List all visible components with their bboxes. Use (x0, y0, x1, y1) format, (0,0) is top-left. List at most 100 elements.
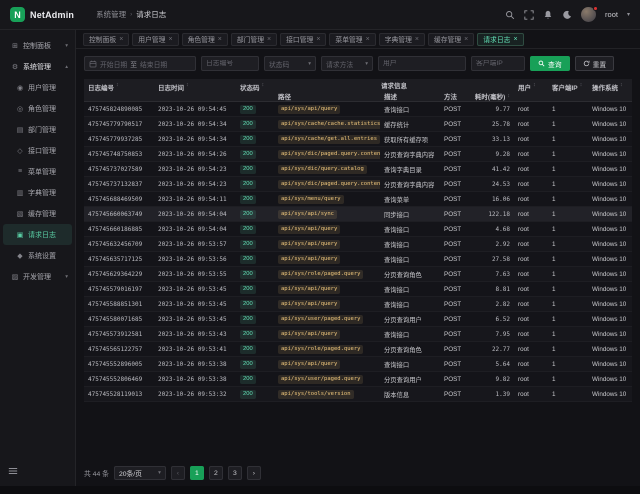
cell-method: POST (440, 151, 474, 158)
column-header-duration[interactable]: 耗时(毫秒)↕ (474, 90, 514, 101)
date-range-picker[interactable]: 开始日期 至 结束日期 (84, 56, 196, 71)
column-header-os[interactable]: 操作系统↕ (588, 79, 632, 101)
sidebar-item-label: 用户管理 (28, 83, 56, 93)
search-button[interactable]: 查询 (530, 56, 570, 71)
cell-desc: 同步接口 (380, 210, 440, 219)
column-header-client-ip[interactable]: 客户端IP↕ (548, 79, 588, 101)
method-select[interactable]: 请求方法 ▾ (321, 56, 373, 71)
page-tab[interactable]: 用户管理 × (132, 33, 178, 46)
tab-close-icon[interactable]: × (513, 36, 517, 43)
tab-close-icon[interactable]: × (119, 36, 123, 43)
cell-log-time: 2023-10-26 09:53:55 (154, 271, 236, 278)
path-badge: api/sys/cache/cache.statistics (278, 120, 380, 129)
cell-duration: 41.42 (474, 166, 514, 173)
page-tab[interactable]: 控制面板 × (83, 33, 129, 46)
path-badge: api/sys/user/paged.query (278, 375, 363, 384)
cell-path: api/sys/dic/query.catalog (274, 165, 380, 174)
cell-os: Windows 10 (588, 151, 632, 158)
sidebar-item[interactable]: ◉ 用户管理 (3, 77, 72, 98)
sidebar-item[interactable]: ◆ 系统设置 (3, 245, 72, 266)
status-badge: 200 (240, 180, 256, 189)
cell-method: POST (440, 256, 474, 263)
page-tab[interactable]: 菜单管理 × (329, 33, 375, 46)
cell-client-ip: 1 (548, 196, 588, 203)
cell-method: POST (440, 136, 474, 143)
sidebar-item[interactable]: ◇ 接口管理 (3, 140, 72, 161)
user-input[interactable] (383, 60, 461, 67)
cell-client-ip: 1 (548, 346, 588, 353)
page-size-value: 20条/页 (119, 468, 142, 478)
notifications-bell-icon[interactable] (543, 10, 553, 20)
client-ip-input[interactable] (476, 60, 520, 67)
pager-button[interactable]: 3 (228, 466, 242, 480)
cell-status: 200 (236, 285, 274, 294)
sort-icon: ↕ (620, 82, 623, 88)
column-header-log-id[interactable]: 日志编号↕ (84, 79, 154, 101)
pager-button[interactable]: 1 (190, 466, 204, 480)
cell-duration: 4.68 (474, 226, 514, 233)
fullscreen-icon[interactable] (524, 10, 534, 20)
sidebar-item[interactable]: ▨ 开发管理 ▾ (3, 266, 72, 287)
log-id-input[interactable] (206, 60, 254, 67)
page-tab[interactable]: 字典管理 × (379, 33, 425, 46)
cell-client-ip: 1 (548, 331, 588, 338)
cell-method: POST (440, 301, 474, 308)
status-code-select[interactable]: 状态码 ▾ (264, 56, 316, 71)
tab-close-icon[interactable]: × (316, 36, 320, 43)
cell-log-time: 2023-10-26 09:53:45 (154, 301, 236, 308)
column-header-log-time[interactable]: 日志时间↕ (154, 79, 236, 101)
sidebar-item[interactable]: ▣ 请求日志 (3, 224, 72, 245)
sidebar-item[interactable]: ≡ 菜单管理 (3, 161, 72, 182)
sidebar-item[interactable]: ▥ 字典管理 (3, 182, 72, 203)
cell-log-id: 475745824890085 (84, 106, 154, 113)
cell-status: 200 (236, 345, 274, 354)
page-tab[interactable]: 接口管理 × (280, 33, 326, 46)
page-tab[interactable]: 角色管理 × (182, 33, 228, 46)
cell-log-time: 2023-10-26 09:53:38 (154, 361, 236, 368)
cell-desc: 查询接口 (380, 360, 440, 369)
tab-close-icon[interactable]: × (366, 36, 370, 43)
tab-close-icon[interactable]: × (267, 36, 271, 43)
tab-close-icon[interactable]: × (218, 36, 222, 43)
user-menu-name[interactable]: root (605, 10, 618, 19)
tab-close-icon[interactable]: × (464, 36, 468, 43)
cell-log-time: 2023-10-26 09:53:56 (154, 256, 236, 263)
tab-close-icon[interactable]: × (168, 36, 172, 43)
cell-duration: 122.18 (474, 211, 514, 218)
cell-duration: 5.64 (474, 361, 514, 368)
sidebar-item[interactable]: ◎ 角色管理 (3, 98, 72, 119)
cell-log-id: 475745632456709 (84, 241, 154, 248)
reset-button[interactable]: 重置 (575, 56, 615, 71)
cell-path: api/sys/api/query (274, 240, 380, 249)
column-header-user[interactable]: 用户↕ (514, 79, 548, 101)
page-tab[interactable]: 缓存管理 × (428, 33, 474, 46)
pager-button[interactable]: ‹ (171, 466, 185, 480)
page-tab[interactable]: 请求日志 × (477, 33, 523, 46)
page-tab[interactable]: 部门管理 × (231, 33, 277, 46)
cell-method: POST (440, 331, 474, 338)
cell-duration: 9.28 (474, 151, 514, 158)
column-header-status[interactable]: 状态码↕ (236, 79, 274, 101)
cell-duration: 2.92 (474, 241, 514, 248)
chevron-down-icon[interactable]: ▾ (627, 11, 630, 18)
sidebar-item[interactable]: ▧ 缓存管理 (3, 203, 72, 224)
sidebar-item[interactable]: ⚙ 系统管理 ▴ (3, 56, 72, 77)
sidebar-item-icon: ◉ (16, 84, 24, 92)
table-row: 475745660063749 2023-10-26 09:54:04 200 … (84, 207, 632, 222)
tab-close-icon[interactable]: × (415, 36, 419, 43)
sidebar-item[interactable]: ⊞ 控制面板 ▾ (3, 35, 72, 56)
pager-button[interactable]: 2 (209, 466, 223, 480)
sidebar-item-icon: ⚙ (11, 63, 19, 71)
page-size-select[interactable]: 20条/页 ▾ (114, 466, 166, 480)
pager-button[interactable]: › (247, 466, 261, 480)
cell-desc: 查询接口 (380, 330, 440, 339)
status-badge: 200 (240, 240, 256, 249)
breadcrumb-section[interactable]: 系统管理 (96, 9, 126, 20)
sidebar-collapse-icon[interactable] (8, 463, 18, 481)
theme-toggle-moon-icon[interactable] (562, 10, 572, 20)
cell-user: root (514, 226, 548, 233)
app-logo[interactable]: N NetAdmin (10, 7, 74, 22)
search-icon[interactable] (505, 10, 515, 20)
avatar[interactable] (581, 7, 596, 22)
sidebar-item[interactable]: ▤ 部门管理 (3, 119, 72, 140)
